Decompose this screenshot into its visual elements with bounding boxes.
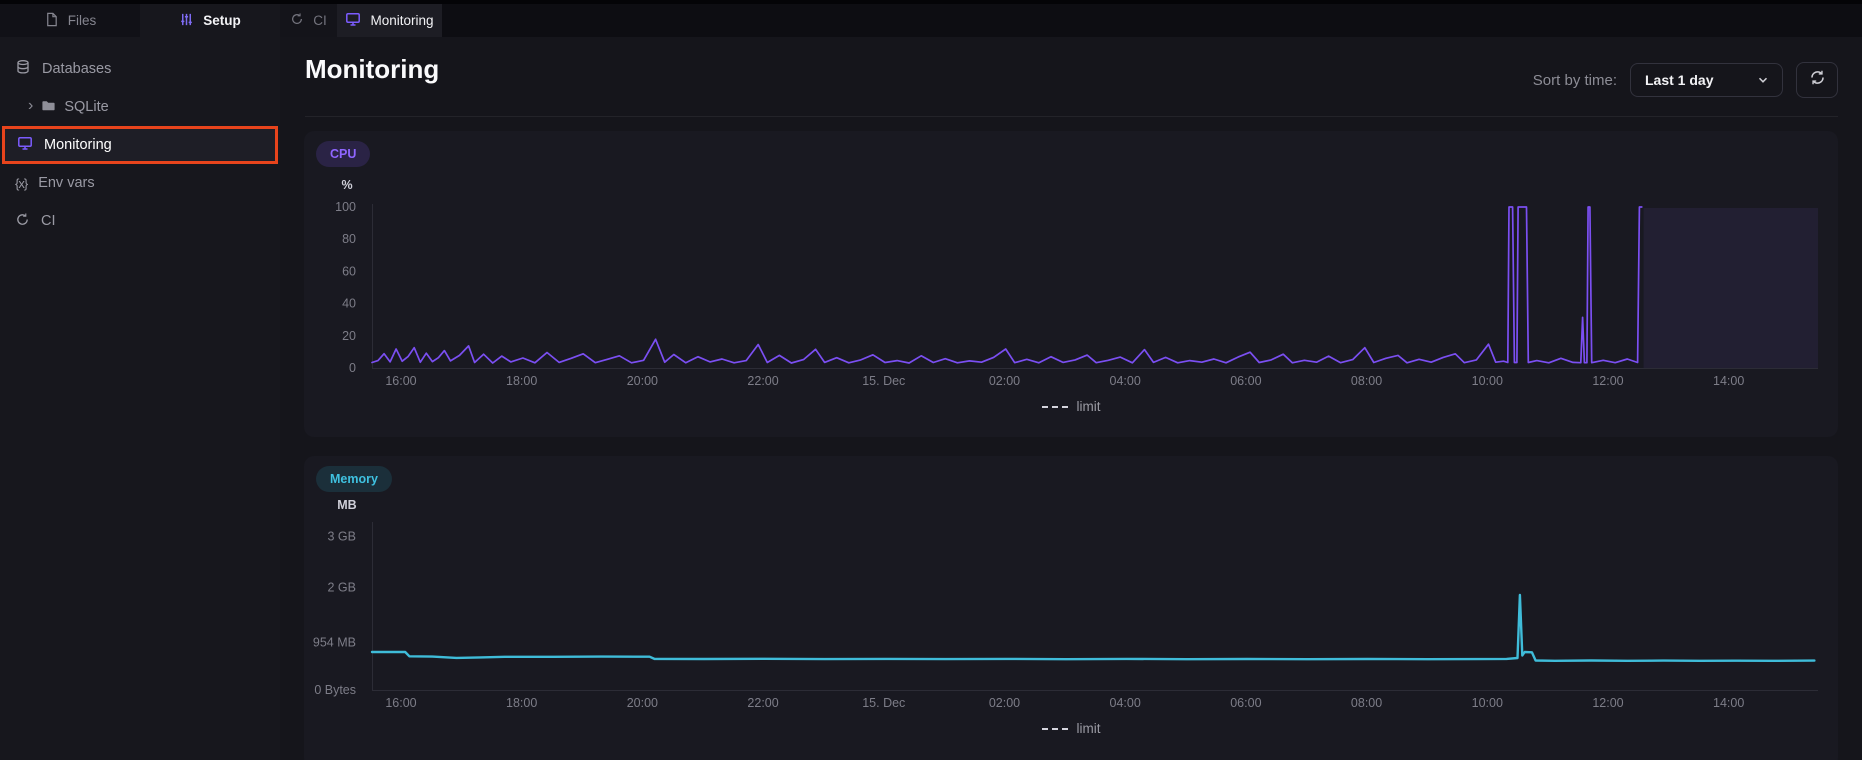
svg-text:22:00: 22:00 (747, 374, 778, 388)
folder-icon (41, 98, 56, 117)
svg-text:20:00: 20:00 (627, 374, 658, 388)
limit-dash-icon (1041, 405, 1068, 408)
sidebar-item-sqlite[interactable]: › SQLite (0, 88, 280, 126)
header-divider (305, 116, 1838, 117)
chevron-down-icon (1756, 73, 1770, 90)
memory-chart-legend: limit (304, 721, 1838, 736)
tab-ci[interactable]: CI (280, 4, 337, 37)
svg-text:08:00: 08:00 (1351, 696, 1382, 710)
svg-text:2 GB: 2 GB (328, 581, 357, 595)
cpu-chart-legend: limit (304, 399, 1838, 414)
database-icon (15, 59, 31, 79)
page-title: Monitoring (305, 54, 440, 84)
legend-label: limit (1076, 721, 1101, 736)
svg-text:3 GB: 3 GB (328, 529, 357, 543)
tab-monitoring-label: Monitoring (370, 13, 434, 28)
sync-icon (290, 12, 304, 29)
svg-text:40: 40 (342, 297, 356, 311)
svg-text:954 MB: 954 MB (313, 635, 356, 649)
svg-text:14:00: 14:00 (1713, 696, 1744, 710)
tab-files-label: Files (67, 13, 97, 28)
svg-text:0 Bytes: 0 Bytes (314, 683, 356, 697)
svg-text:04:00: 04:00 (1110, 696, 1141, 710)
legend-label: limit (1076, 399, 1101, 414)
tab-files[interactable]: Files (0, 4, 140, 37)
tab-setup[interactable]: Setup (140, 4, 280, 37)
sidebar-item-ci[interactable]: CI (0, 202, 280, 240)
memory-chart[interactable]: 0 Bytes 954 MB 2 GB 3 GB 16:00 18:00 20:00 22:0… (304, 456, 1838, 760)
tab-setup-label: Setup (203, 13, 241, 28)
svg-text:80: 80 (342, 232, 356, 246)
cpu-chart-card: CPU 0 20 40 60 80 100 16:00 18:00 20:00 22:00 15. … (304, 131, 1838, 437)
sidebar-item-env-vars[interactable]: {x} Env vars (0, 164, 280, 202)
svg-text:04:00: 04:00 (1110, 374, 1141, 388)
limit-dash-icon (1041, 727, 1068, 730)
sidebar-item-label: Env vars (38, 175, 95, 191)
svg-text:%: % (341, 178, 352, 192)
tab-monitoring[interactable]: Monitoring (337, 4, 442, 37)
cpu-chart[interactable]: 0 20 40 60 80 100 16:00 18:00 20:00 22:00 15. Dec 0… (304, 131, 1838, 437)
sidebar-item-label: CI (41, 213, 56, 229)
sort-by-time-label: Sort by time: (1532, 71, 1617, 89)
svg-text:12:00: 12:00 (1592, 696, 1623, 710)
monitor-icon (345, 11, 361, 30)
svg-text:16:00: 16:00 (385, 374, 416, 388)
refresh-button[interactable] (1796, 62, 1838, 98)
file-icon (44, 12, 59, 30)
svg-text:22:00: 22:00 (747, 696, 778, 710)
monitor-icon (17, 135, 33, 155)
svg-text:12:00: 12:00 (1592, 374, 1623, 388)
tab-ci-label: CI (313, 13, 327, 28)
svg-text:0: 0 (349, 361, 356, 375)
svg-text:100: 100 (335, 200, 356, 214)
memory-chart-card: Memory 0 Bytes 954 MB 2 GB 3 GB 16:00 18:00 20… (304, 456, 1838, 760)
sidebar-item-databases[interactable]: Databases (0, 50, 280, 88)
svg-text:60: 60 (342, 264, 356, 278)
refresh-icon (1809, 69, 1826, 91)
svg-text:16:00: 16:00 (385, 696, 416, 710)
env-vars-icon: {x} (15, 175, 28, 191)
svg-text:10:00: 10:00 (1472, 696, 1503, 710)
sidebar: Databases › SQLite Monitoring {x} Env va… (0, 37, 280, 760)
sidebar-item-label: Monitoring (44, 137, 112, 153)
svg-text:08:00: 08:00 (1351, 374, 1382, 388)
sidebar-item-label: Databases (42, 61, 112, 77)
sidebar-item-monitoring[interactable]: Monitoring (2, 126, 278, 164)
svg-text:20: 20 (342, 329, 356, 343)
sidebar-item-label: SQLite (64, 99, 109, 115)
app-window: Files Setup CI Monitoring Databases › SQ… (0, 0, 1862, 760)
svg-text:02:00: 02:00 (989, 696, 1020, 710)
svg-text:10:00: 10:00 (1472, 374, 1503, 388)
svg-text:20:00: 20:00 (627, 696, 658, 710)
time-range-value: Last 1 day (1645, 72, 1714, 88)
svg-text:06:00: 06:00 (1230, 374, 1261, 388)
chevron-right-icon: › (28, 97, 34, 114)
time-range-select[interactable]: Last 1 day (1630, 63, 1783, 97)
sync-icon (15, 212, 30, 231)
svg-text:MB: MB (337, 498, 356, 512)
sliders-icon (179, 12, 194, 30)
svg-text:15. Dec: 15. Dec (862, 696, 905, 710)
svg-text:15. Dec: 15. Dec (862, 374, 905, 388)
svg-text:02:00: 02:00 (989, 374, 1020, 388)
svg-text:14:00: 14:00 (1713, 374, 1744, 388)
top-bar: Files Setup CI Monitoring (0, 0, 1862, 37)
header-controls: Sort by time: Last 1 day (1533, 62, 1838, 98)
svg-text:18:00: 18:00 (506, 696, 537, 710)
svg-text:06:00: 06:00 (1230, 696, 1261, 710)
svg-text:18:00: 18:00 (506, 374, 537, 388)
